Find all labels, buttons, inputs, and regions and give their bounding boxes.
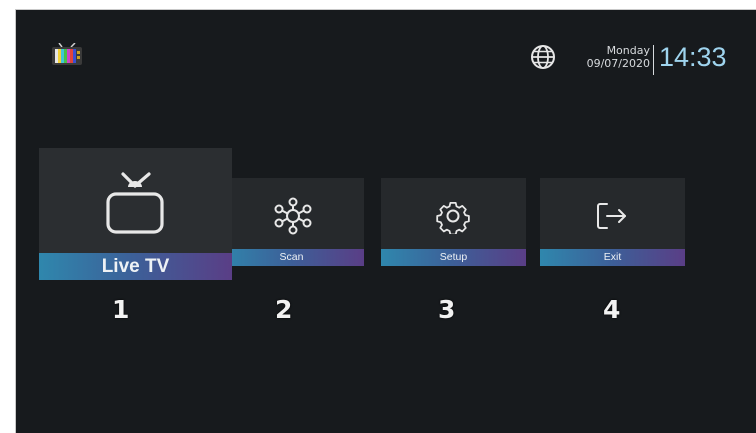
menu-item-setup[interactable]: Setup <box>381 178 526 266</box>
exit-icon <box>597 203 626 229</box>
clock-divider <box>653 45 654 75</box>
menu-number: 4 <box>603 295 621 324</box>
globe-icon <box>531 45 555 69</box>
menu-number: 1 <box>112 295 130 324</box>
clock-time: 14:33 <box>659 42 727 72</box>
date-label: 09/07/2020 <box>586 57 650 70</box>
menu-item-label: Setup <box>381 249 526 266</box>
weekday-label: Monday <box>606 44 650 57</box>
menu-item-label: Exit <box>540 249 685 266</box>
menu-item-live-tv[interactable]: Live TV <box>39 148 232 280</box>
frame-border-top <box>15 9 756 10</box>
frame-border-left <box>15 9 16 433</box>
tv-icon <box>106 172 164 234</box>
menu-number: 2 <box>275 295 293 324</box>
tv-screen: Monday 09/07/2020 14:33 Scan Setup Exit … <box>16 10 756 433</box>
menu-number: 3 <box>438 295 456 324</box>
menu-item-scan[interactable]: Scan <box>219 178 364 266</box>
menu-item-label: Live TV <box>39 253 232 280</box>
menu-item-label: Scan <box>219 249 364 266</box>
menu-item-exit[interactable]: Exit <box>540 178 685 266</box>
network-nodes-icon <box>274 197 312 235</box>
gear-icon <box>436 201 470 234</box>
tv-color-bars-icon <box>52 43 82 65</box>
